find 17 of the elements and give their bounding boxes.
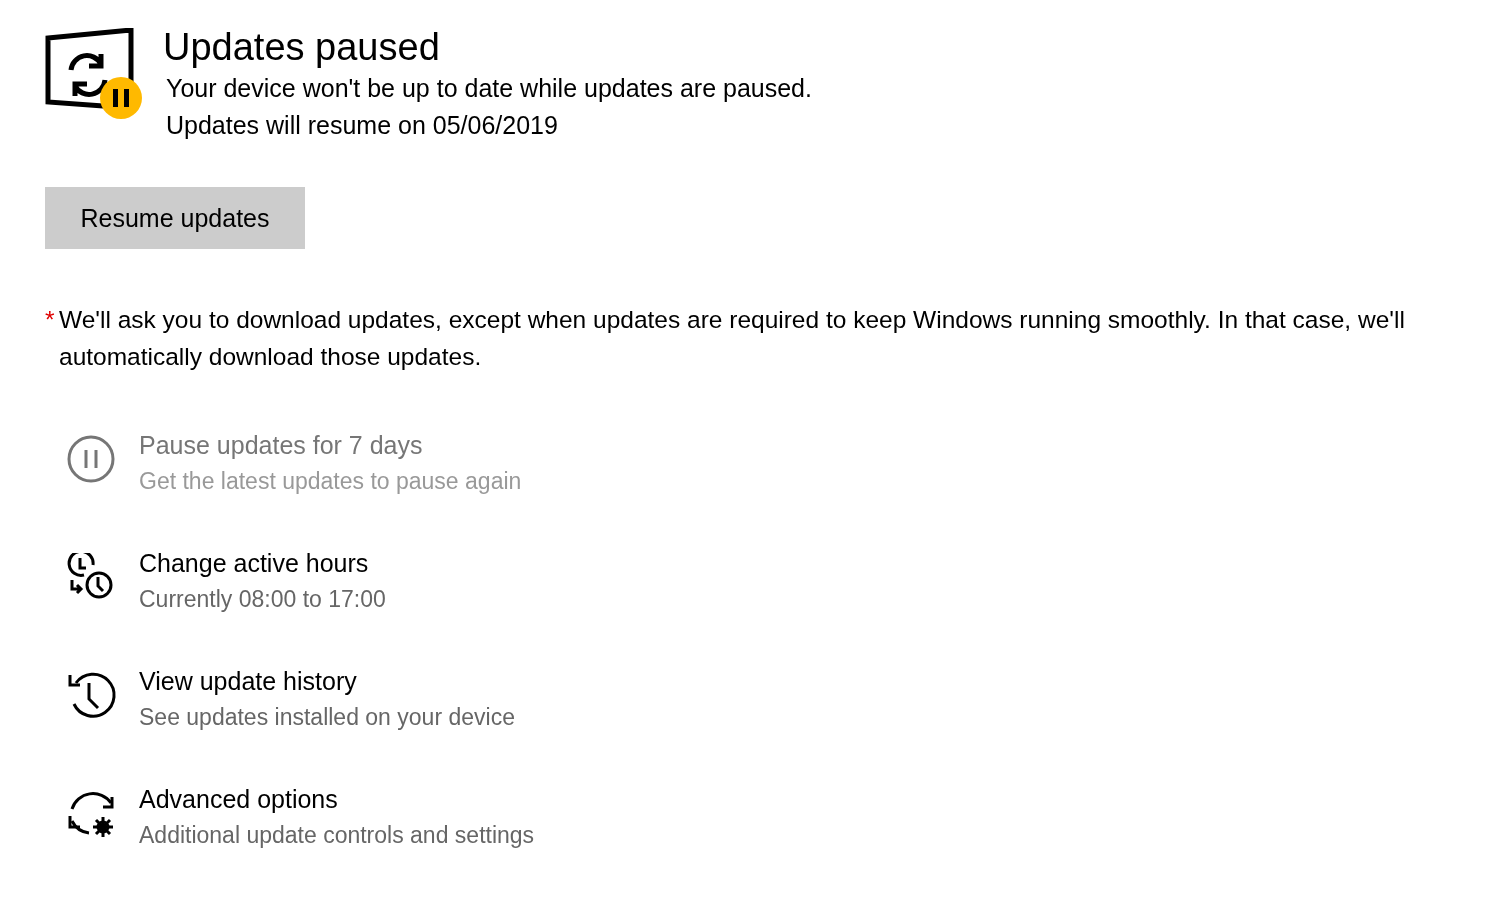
status-text: Updates will resume on 05/06/2019 (165, 110, 559, 141)
option-description: Additional update controls and settings (139, 821, 535, 850)
disclaimer-text: We'll ask you to download updates, except when updates are required to keep Windows running smoothly. In that case, we'll automatically download those updates. (59, 305, 1406, 372)
option-link[interactable]: View update history (139, 663, 515, 699)
resume-updates-button[interactable]: Resume updates (45, 187, 305, 249)
option-link[interactable]: Change active hours (139, 545, 386, 581)
option-description: See updates installed on your device (139, 703, 515, 732)
option-description: Currently 08:00 to 17:00 (139, 585, 386, 614)
sync-gear-icon (67, 789, 117, 839)
history-icon (67, 671, 117, 721)
asterisk: * (45, 305, 56, 335)
option-link: Pause updates for 7 days (139, 430, 424, 461)
status-title: Updates paused (163, 25, 441, 70)
option-description: Get the latest updates to pause again (139, 467, 522, 496)
option-link[interactable]: Advanced options (139, 781, 535, 817)
status-text: Your device won't be up to date while updates are paused. (165, 73, 812, 104)
pause-icon (67, 435, 117, 485)
